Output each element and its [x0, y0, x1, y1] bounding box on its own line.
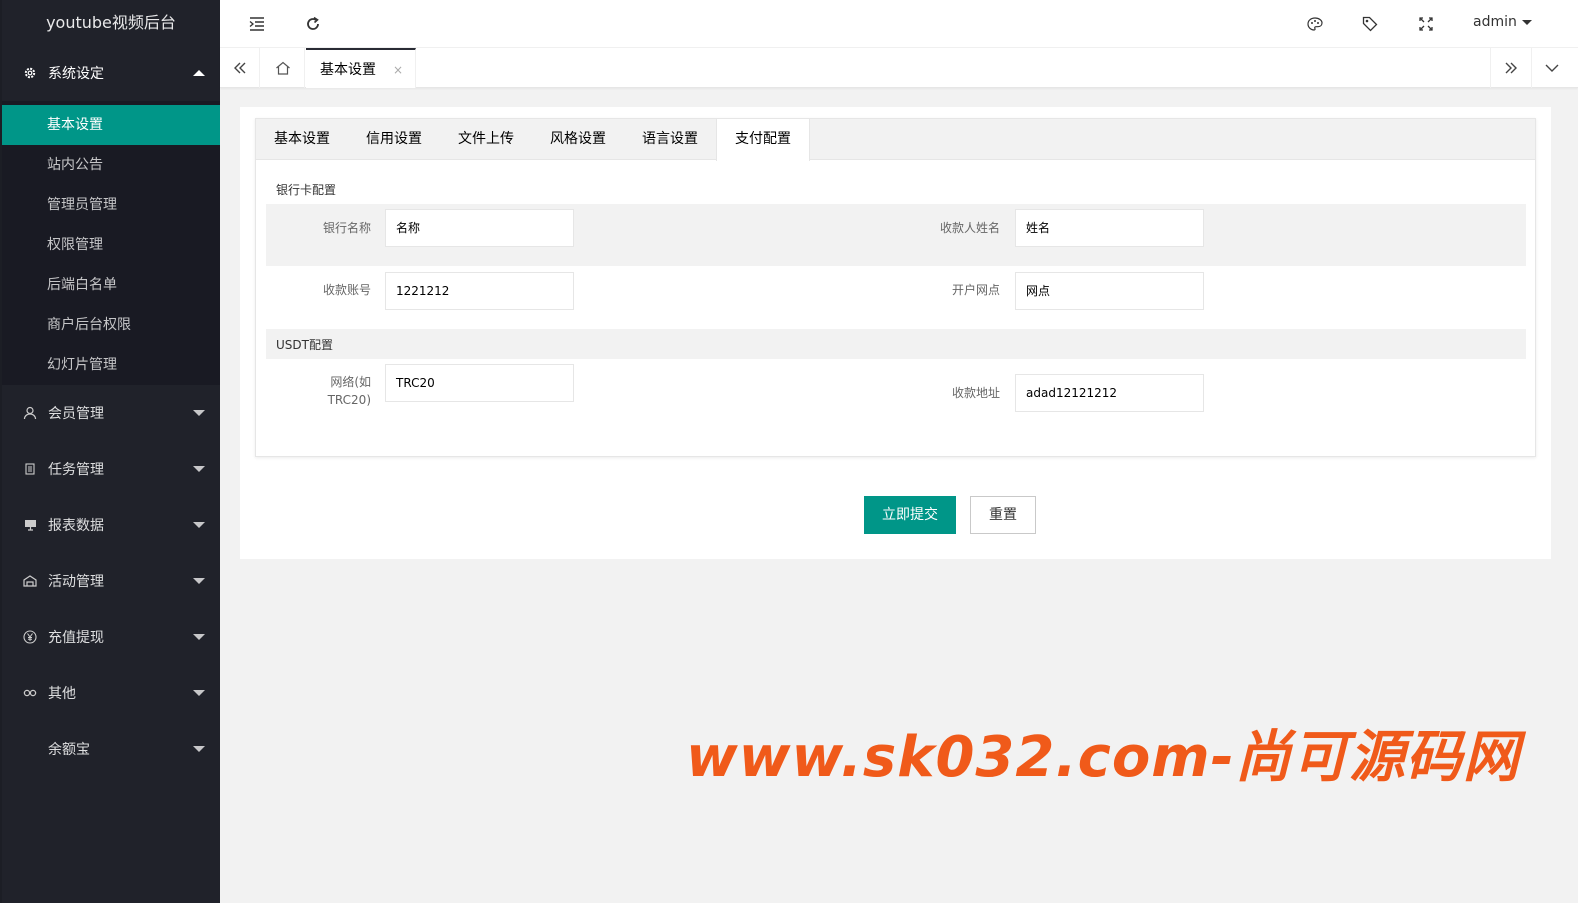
yen-icon [22, 629, 38, 645]
sidebar-item-announcement[interactable]: 站内公告 [2, 145, 220, 185]
sidebar-item-basic-settings[interactable]: 基本设置 [2, 105, 220, 145]
watermark-text: www.sk032.com-尚可源码网 [686, 725, 1520, 790]
form-row-bank-1: 银行名称 名称 收款人姓名 姓名 [266, 204, 1526, 266]
tab-payment[interactable]: 支付配置 [716, 119, 810, 161]
branch-input[interactable]: 网点 [1015, 272, 1204, 310]
caret-down-icon [193, 522, 205, 528]
nav-label: 会员管理 [48, 406, 104, 422]
nav-label: 活动管理 [48, 574, 104, 590]
sidebar-item-merchant-permissions[interactable]: 商户后台权限 [2, 305, 220, 345]
caret-down-icon [193, 690, 205, 696]
payee-name-label: 收款人姓名 [939, 221, 1000, 235]
refresh-icon[interactable] [301, 12, 325, 36]
nav-label: 余额宝 [48, 742, 90, 758]
form-row-bank-2: 收款账号 1221212 开户网点 网点 [266, 266, 1526, 328]
tab-basic[interactable]: 基本设置 [256, 119, 348, 160]
theme-palette-icon[interactable] [1303, 12, 1327, 36]
nav-yuebao[interactable]: 余额宝 [2, 721, 220, 777]
close-icon[interactable]: × [393, 50, 403, 90]
link-icon [22, 685, 38, 701]
nav-reports[interactable]: 报表数据 [2, 497, 220, 553]
tab-upload[interactable]: 文件上传 [440, 119, 532, 160]
tab-label: 基本设置 [320, 62, 376, 78]
tabs-dropdown-icon[interactable] [1531, 48, 1571, 88]
caret-down-icon [193, 746, 205, 752]
caret-down-icon [193, 578, 205, 584]
sidebar: youtube视频后台 系统设定 基本设置 站内公告 管理员管理 权限管理 后端… [0, 0, 220, 903]
nav-label: 充值提现 [48, 630, 104, 646]
top-header: admin [220, 0, 1578, 48]
file-icon [22, 461, 38, 477]
bank-name-input[interactable]: 名称 [385, 209, 574, 247]
branch-label: 开户网点 [951, 283, 1000, 297]
network-input[interactable]: TRC20 [385, 364, 574, 402]
nav-label: 其他 [48, 686, 76, 702]
monitor-icon [22, 517, 38, 533]
nav-label: 报表数据 [48, 518, 104, 534]
tab-basic-settings[interactable]: 基本设置 × [306, 48, 416, 88]
tag-icon[interactable] [1358, 12, 1382, 36]
page-tabs-bar: 基本设置 × [220, 48, 1578, 88]
tabs-scroll-left-icon[interactable] [220, 48, 260, 88]
tab-language[interactable]: 语言设置 [624, 119, 716, 160]
nav-tasks[interactable]: 任务管理 [2, 441, 220, 497]
settings-tabs: 基本设置 信用设置 文件上传 风格设置 语言设置 支付配置 [256, 119, 1535, 161]
nav-group-system: 系统设定 基本设置 站内公告 管理员管理 权限管理 后端白名单 商户后台权限 幻… [2, 45, 220, 385]
fullscreen-icon[interactable] [1414, 12, 1438, 36]
blank-icon [22, 741, 38, 757]
nav-activities[interactable]: 活动管理 [2, 553, 220, 609]
section-title-usdt-row: USDT配置 [266, 329, 1526, 359]
nav-label: 任务管理 [48, 462, 104, 478]
username: admin [1473, 14, 1517, 30]
tab-credit[interactable]: 信用设置 [348, 119, 440, 160]
caret-down-icon [193, 410, 205, 416]
user-menu[interactable]: admin [1473, 14, 1532, 30]
sidebar-item-admin-management[interactable]: 管理员管理 [2, 185, 220, 225]
caret-down-icon [1521, 19, 1532, 25]
reset-button[interactable]: 重置 [970, 496, 1036, 534]
account-number-label: 收款账号 [322, 283, 371, 297]
address-input[interactable]: adad12121212 [1015, 374, 1204, 412]
sidebar-item-whitelist[interactable]: 后端白名单 [2, 265, 220, 305]
gear-icon [22, 65, 38, 81]
caret-down-icon [193, 634, 205, 640]
account-number-input[interactable]: 1221212 [385, 272, 574, 310]
caret-down-icon [193, 466, 205, 472]
settings-tab-panel: 基本设置 信用设置 文件上传 风格设置 语言设置 支付配置 银行卡配置 银行名称… [255, 118, 1536, 457]
address-label: 收款地址 [951, 386, 1000, 400]
submenu-system: 基本设置 站内公告 管理员管理 权限管理 后端白名单 商户后台权限 幻灯片管理 [2, 101, 220, 385]
app-logo: youtube视频后台 [2, 0, 220, 45]
nav-system-settings[interactable]: 系统设定 [2, 45, 220, 101]
nav-other[interactable]: 其他 [2, 665, 220, 721]
nav-members[interactable]: 会员管理 [2, 385, 220, 441]
section-title-bank: 银行卡配置 [276, 183, 337, 197]
sidebar-item-slides[interactable]: 幻灯片管理 [2, 345, 220, 385]
home-icon[interactable] [261, 48, 305, 88]
payee-name-input[interactable]: 姓名 [1015, 209, 1204, 247]
nav-label: 系统设定 [48, 66, 104, 82]
menu-fold-icon[interactable] [245, 12, 269, 36]
bank-name-label: 银行名称 [322, 221, 371, 235]
settings-card: 基本设置 信用设置 文件上传 风格设置 语言设置 支付配置 银行卡配置 银行名称… [240, 107, 1551, 559]
form-row-usdt: 网络(如TRC20) TRC20 收款地址 adad12121212 [266, 359, 1526, 429]
network-label: 网络(如TRC20) [327, 375, 371, 407]
tabs-scroll-right-icon[interactable] [1490, 48, 1530, 88]
user-icon [22, 405, 38, 421]
section-title-usdt: USDT配置 [276, 338, 333, 352]
sidebar-item-permissions[interactable]: 权限管理 [2, 225, 220, 265]
caret-up-icon [193, 70, 205, 76]
submit-button[interactable]: 立即提交 [864, 496, 956, 534]
app-icon [22, 573, 38, 589]
tab-style[interactable]: 风格设置 [532, 119, 624, 160]
nav-recharge-withdraw[interactable]: 充值提现 [2, 609, 220, 665]
